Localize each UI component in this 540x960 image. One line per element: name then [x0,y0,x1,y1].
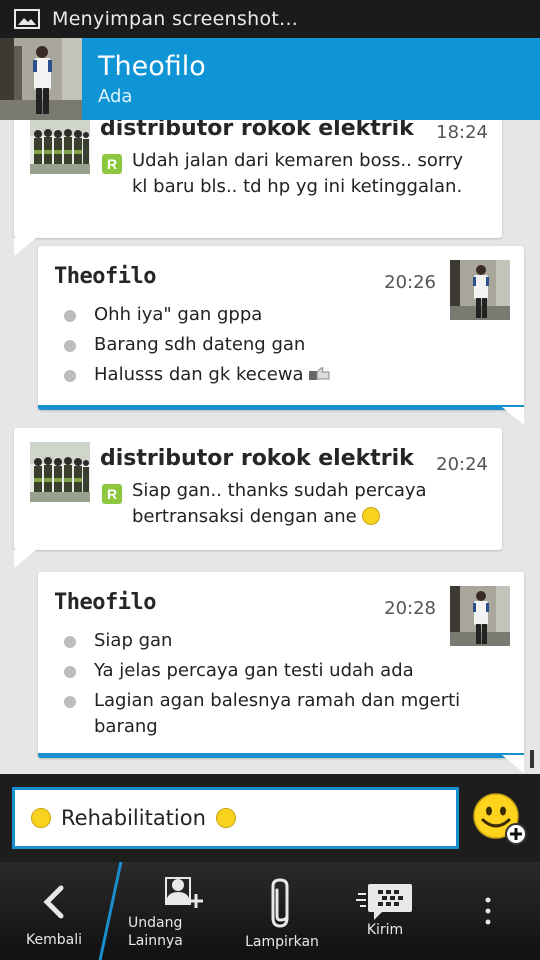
incoming-message[interactable]: distributor rokok elektrik /... 18:24 R … [14,120,502,256]
read-badge: R [102,484,122,504]
message-input-value: Rehabilitation [61,806,206,830]
invite-icon [165,877,203,908]
list-item-text: Halusss dan gk kecewa [94,364,304,385]
list-item: Lagian agan balesnya ramah dan mgerti ba… [60,686,484,740]
smiley-icon [215,808,236,828]
status-notification: Menyimpan screenshot... [52,8,299,30]
list-item-text: Ohh iya" gan gppa [94,304,263,325]
back-icon [43,885,64,919]
overflow-menu-button[interactable] [476,896,500,926]
action-bar-divider [98,862,123,960]
message-time: 20:24 [436,454,488,475]
message-text-content: Siap gan.. thanks sudah percaya bertrans… [132,480,427,527]
list-item-text: Siap gan [94,630,173,651]
smiley-icon [362,507,381,525]
bullet-icon [64,696,76,708]
list-item: Ohh iya" gan gppa [60,300,424,330]
back-label: Kembali [26,932,82,948]
status-bar: Menyimpan screenshot... [0,0,540,38]
composer-bar: Rehabilitation [0,774,540,862]
invite-more-button[interactable]: Undang Lainnya [124,876,234,950]
sender-avatar [450,260,510,320]
bullet-icon [64,666,76,678]
attach-label: Lampirkan [245,934,319,950]
bubble-tail [14,238,36,256]
list-item-text: Barang sdh dateng gan [94,334,306,355]
contact-name: Theofilo [98,51,206,82]
chat-header[interactable]: Theofilo Ada [0,38,540,120]
sender-name: distributor rokok elektrik /... [100,446,420,471]
list-item: Halusss dan gk kecewa [60,360,424,390]
sender-avatar [30,442,90,502]
bullet-icon [64,636,76,648]
contact-status: Ada [98,86,133,107]
send-label: Kirim [366,922,404,938]
contact-avatar[interactable] [0,38,82,120]
list-item: Ya jelas percaya gan testi udah ada [60,656,484,686]
paperclip-icon [271,878,289,928]
invite-label: Undang Lainnya [128,915,183,949]
list-item: Siap gan [60,626,484,656]
thumbs-up-icon [309,367,330,380]
bubble-tail [502,755,524,773]
sender-name: Theofilo [54,590,156,615]
chat-area[interactable]: distributor rokok elektrik /... 18:24 R … [0,120,540,774]
message-text: Udah jalan dari kemaren boss.. sorry kl … [132,150,464,197]
outgoing-message[interactable]: Theofilo 20:26 Ohh iya" gan gppa Barang … [38,246,524,425]
message-list: Ohh iya" gan gppa Barang sdh dateng gan … [60,300,424,390]
incoming-message[interactable]: distributor rokok elektrik /... 20:24 R … [14,428,502,568]
message-time: 20:28 [384,598,436,619]
bullet-icon [64,310,76,322]
image-icon [14,9,40,29]
read-badge: R [102,154,122,174]
bubble-tail [502,407,524,425]
send-button[interactable]: Kirim [348,882,422,938]
message-time: 20:26 [384,272,436,293]
scrollbar[interactable] [530,750,534,768]
sender-name: distributor rokok elektrik /... [100,120,420,141]
message-input[interactable]: Rehabilitation [12,787,459,849]
list-item: Barang sdh dateng gan [60,330,424,360]
action-bar: Kembali Undang Lainnya Lampirkan Kirim [0,862,540,960]
bullet-icon [64,340,76,352]
attach-button[interactable]: Lampirkan [240,878,324,950]
message-list: Siap gan Ya jelas percaya gan testi udah… [60,626,484,740]
list-item-text: Lagian agan balesnya ramah dan mgerti ba… [94,690,461,737]
smiley-icon [31,808,51,828]
bubble-tail [14,550,36,568]
sender-name: Theofilo [54,264,156,289]
sender-avatar [30,120,90,174]
emoticon-picker-button[interactable] [470,788,530,852]
overflow-menu-icon [485,897,491,925]
back-button[interactable]: Kembali [14,882,94,948]
message-time: 18:24 [436,122,488,143]
list-item-text: Ya jelas percaya gan testi udah ada [94,660,414,681]
outgoing-message[interactable]: Theofilo 20:28 Siap gan Ya jelas percaya… [38,572,524,773]
bullet-icon [64,370,76,382]
message-text: Siap gan.. thanks sudah percaya bertrans… [132,478,482,530]
bbm-send-icon [356,884,412,920]
